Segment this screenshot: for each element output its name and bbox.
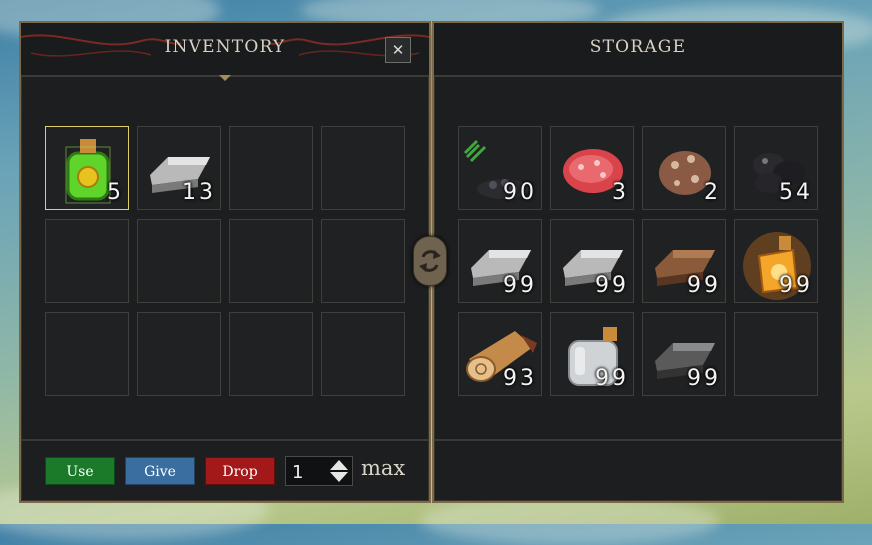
inventory-footer: Use Give Drop max xyxy=(21,439,429,501)
item-quantity: 99 xyxy=(503,273,537,298)
inventory-slot[interactable] xyxy=(137,312,221,396)
storage-slot[interactable]: 99 xyxy=(642,219,726,303)
storage-slot[interactable]: 99 xyxy=(550,219,634,303)
inventory-panel: INVENTORY ✕ 5 13 Use Give Drop max xyxy=(19,21,431,503)
decrement-arrow-icon[interactable] xyxy=(330,472,348,482)
inventory-header: INVENTORY ✕ xyxy=(21,23,429,77)
item-quantity: 90 xyxy=(503,180,537,205)
swap-arrows-icon xyxy=(419,250,441,272)
storage-slot[interactable] xyxy=(734,312,818,396)
storage-slot[interactable]: 2 xyxy=(642,126,726,210)
inventory-slot[interactable] xyxy=(229,312,313,396)
increment-arrow-icon[interactable] xyxy=(330,460,348,470)
storage-header: STORAGE xyxy=(434,23,842,77)
inventory-slot[interactable] xyxy=(321,219,405,303)
item-quantity: 99 xyxy=(779,273,813,298)
storage-slot[interactable]: 99 xyxy=(550,312,634,396)
storage-panel: STORAGE 90 3 2 54 99 99 99 99 93 99 99 xyxy=(432,21,844,503)
close-button[interactable]: ✕ xyxy=(385,37,411,63)
item-quantity: 3 xyxy=(612,180,629,205)
storage-slot[interactable]: 90 xyxy=(458,126,542,210)
inventory-slot[interactable] xyxy=(137,219,221,303)
storage-slot[interactable]: 54 xyxy=(734,126,818,210)
storage-footer xyxy=(434,439,842,501)
give-button[interactable]: Give xyxy=(125,457,195,485)
item-quantity: 99 xyxy=(687,366,721,391)
storage-slot[interactable]: 99 xyxy=(734,219,818,303)
use-button[interactable]: Use xyxy=(45,457,115,485)
header-notch-icon xyxy=(219,75,231,81)
inventory-slot[interactable] xyxy=(45,219,129,303)
item-quantity: 93 xyxy=(503,366,537,391)
item-quantity: 2 xyxy=(704,180,721,205)
transfer-swap-button[interactable] xyxy=(413,236,447,286)
storage-slot[interactable]: 93 xyxy=(458,312,542,396)
drop-button[interactable]: Drop xyxy=(205,457,275,485)
item-quantity: 5 xyxy=(107,180,124,205)
inventory-slot[interactable] xyxy=(321,126,405,210)
quantity-stepper xyxy=(285,456,353,486)
max-button[interactable]: max xyxy=(361,456,405,480)
inventory-slot[interactable] xyxy=(229,126,313,210)
item-quantity: 99 xyxy=(687,273,721,298)
inventory-slot[interactable] xyxy=(45,312,129,396)
inventory-slot[interactable]: 5 xyxy=(45,126,129,210)
storage-title: STORAGE xyxy=(589,37,687,57)
inventory-slot[interactable] xyxy=(321,312,405,396)
inventory-slot[interactable] xyxy=(229,219,313,303)
storage-slot[interactable]: 99 xyxy=(458,219,542,303)
item-quantity: 99 xyxy=(595,366,629,391)
inventory-slot[interactable]: 13 xyxy=(137,126,221,210)
inventory-title: INVENTORY xyxy=(164,37,286,57)
item-quantity: 54 xyxy=(779,180,813,205)
item-quantity: 99 xyxy=(595,273,629,298)
item-quantity: 13 xyxy=(182,180,216,205)
storage-slot[interactable]: 3 xyxy=(550,126,634,210)
storage-slot[interactable]: 99 xyxy=(642,312,726,396)
quantity-input[interactable] xyxy=(290,460,330,484)
